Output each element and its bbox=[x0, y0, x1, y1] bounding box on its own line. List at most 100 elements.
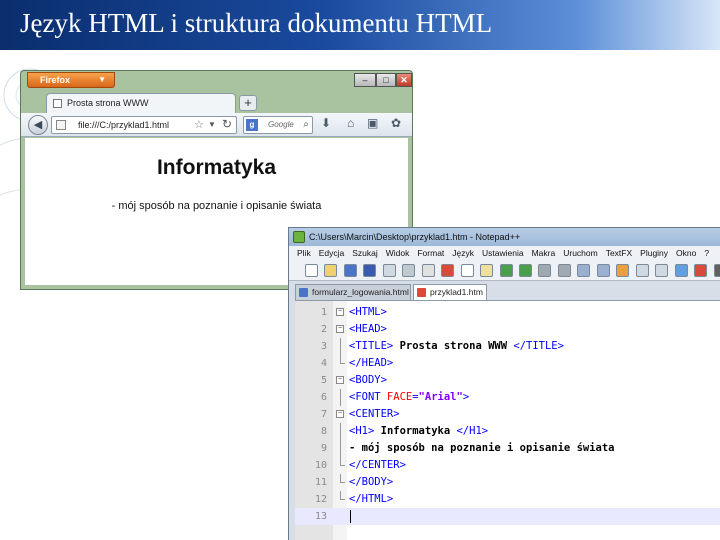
copy-icon[interactable] bbox=[460, 264, 474, 277]
line-number: 6 bbox=[320, 392, 327, 403]
fold-guide bbox=[340, 423, 341, 440]
zoom-in-icon[interactable] bbox=[577, 264, 591, 277]
bookmarks-menu-icon[interactable]: ▣ bbox=[367, 116, 378, 130]
fold-toggle-icon[interactable]: − bbox=[336, 325, 344, 333]
menu-plik[interactable]: Plik bbox=[289, 246, 315, 261]
fold-toggle-icon[interactable]: − bbox=[336, 376, 344, 384]
menu-textfx[interactable]: TextFX bbox=[602, 246, 636, 261]
text-cursor bbox=[350, 510, 351, 523]
url-bar[interactable]: file:///C:/przyklad1.html ☆ ▼ ↻ bbox=[51, 116, 237, 134]
tab-formularz-logowania[interactable]: formularz_logowania.html bbox=[295, 284, 411, 300]
replace-icon[interactable] bbox=[557, 264, 571, 277]
menu-help[interactable]: ? bbox=[700, 246, 713, 261]
bookmark-star-icon[interactable]: ☆ bbox=[194, 117, 204, 133]
code-text: </CENTER> bbox=[349, 459, 406, 471]
undo-icon[interactable] bbox=[499, 264, 513, 277]
firefox-titlebar: Firefox ▼ – □ ✕ bbox=[21, 71, 412, 91]
code-line: 5 − <BODY> bbox=[295, 372, 720, 389]
tab-przyklad1[interactable]: przyklad1.htm bbox=[413, 284, 487, 300]
sync-scroll-icon[interactable] bbox=[616, 264, 630, 277]
show-all-chars-icon[interactable] bbox=[655, 264, 669, 277]
line-number: 7 bbox=[320, 409, 327, 420]
menu-ustawienia[interactable]: Ustawienia bbox=[478, 246, 528, 261]
fold-toggle-icon[interactable]: − bbox=[336, 308, 344, 316]
line-number: 12 bbox=[314, 494, 327, 505]
code-editor[interactable]: 1 − <HTML> 2 − <HEAD> 3 <TITLE> Prosta s… bbox=[295, 300, 720, 540]
notepad-titlebar: C:\Users\Marcin\Desktop\przyklad1.htm - … bbox=[289, 228, 720, 246]
menu-makra[interactable]: Makra bbox=[528, 246, 560, 261]
download-icon[interactable]: ⬇ bbox=[321, 116, 331, 130]
line-number: 2 bbox=[320, 324, 327, 335]
code-text: <HTML> bbox=[349, 306, 387, 318]
fold-guide bbox=[340, 338, 341, 355]
menu-format[interactable]: Format bbox=[413, 246, 448, 261]
code-line: 6 <FONT FACE="Arial"> bbox=[295, 389, 720, 406]
code-text: </BODY> bbox=[349, 476, 394, 488]
open-file-icon[interactable] bbox=[324, 264, 338, 277]
fold-toggle-icon[interactable]: − bbox=[336, 410, 344, 418]
home-icon[interactable]: ⌂ bbox=[347, 116, 354, 130]
search-bar[interactable]: g Google ⌕ bbox=[243, 116, 313, 134]
notepad-app-icon bbox=[293, 231, 305, 243]
code-text: <BODY> bbox=[349, 374, 387, 386]
new-file-icon[interactable] bbox=[305, 264, 318, 277]
menu-okno[interactable]: Okno bbox=[672, 246, 700, 261]
cut-icon[interactable] bbox=[441, 264, 455, 277]
new-tab-button[interactable]: + bbox=[239, 95, 257, 111]
search-engine-icon[interactable]: g bbox=[246, 119, 258, 131]
print-icon[interactable] bbox=[421, 264, 435, 277]
back-button[interactable]: ◀ bbox=[28, 115, 48, 135]
indent-guide-icon[interactable] bbox=[674, 264, 688, 277]
menu-jezyk[interactable]: Język bbox=[448, 246, 478, 261]
close-button[interactable]: ✕ bbox=[396, 73, 412, 87]
code-line: 7 − <CENTER> bbox=[295, 406, 720, 423]
page-heading: Informatyka bbox=[156, 156, 277, 179]
reload-icon[interactable]: ↻ bbox=[222, 116, 232, 132]
line-number: 11 bbox=[314, 477, 327, 488]
stop-macro-icon[interactable] bbox=[713, 264, 720, 277]
addon-icon[interactable]: ✿ bbox=[391, 116, 401, 130]
redo-icon[interactable] bbox=[518, 264, 532, 277]
minimize-button[interactable]: – bbox=[354, 73, 376, 87]
menu-widok[interactable]: Widok bbox=[382, 246, 414, 261]
line-number: 4 bbox=[320, 358, 327, 369]
word-wrap-icon[interactable] bbox=[635, 264, 649, 277]
notepad-tabbar: formularz_logowania.html przyklad1.htm bbox=[289, 282, 720, 300]
url-dropdown-icon[interactable]: ▼ bbox=[208, 117, 216, 133]
find-icon[interactable] bbox=[538, 264, 552, 277]
saved-file-icon bbox=[299, 288, 308, 297]
close-file-icon[interactable] bbox=[382, 264, 396, 277]
notepad-menubar: Plik Edycja Szukaj Widok Format Język Ustawien… bbox=[289, 246, 720, 261]
tab-label: przyklad1.htm bbox=[430, 287, 483, 297]
code-text: <H1> Informatyka </H1> bbox=[349, 425, 489, 437]
notepad-toolbar bbox=[289, 261, 720, 281]
fold-end-guide bbox=[340, 355, 345, 364]
line-number: 3 bbox=[320, 341, 327, 352]
fold-guide bbox=[340, 440, 341, 457]
zoom-out-icon[interactable] bbox=[596, 264, 610, 277]
save-all-icon[interactable] bbox=[363, 264, 377, 277]
menu-szukaj[interactable]: Szukaj bbox=[348, 246, 382, 261]
maximize-button[interactable]: □ bbox=[376, 73, 396, 87]
modified-file-icon bbox=[417, 288, 426, 297]
code-text: <CENTER> bbox=[349, 408, 400, 420]
firefox-menu-label: Firefox bbox=[40, 75, 71, 85]
browser-tab-title: Prosta strona WWW bbox=[67, 98, 149, 108]
slide-header: Język HTML i struktura dokumentu HTML bbox=[0, 0, 720, 50]
save-icon[interactable] bbox=[343, 264, 357, 277]
fold-end-guide bbox=[340, 474, 345, 483]
code-text: <HEAD> bbox=[349, 323, 387, 335]
code-text: <TITLE> Prosta strona WWW </TITLE> bbox=[349, 340, 564, 352]
browser-tab[interactable]: Prosta strona WWW bbox=[46, 93, 236, 113]
record-macro-icon[interactable] bbox=[694, 264, 708, 277]
search-icon[interactable]: ⌕ bbox=[303, 117, 309, 133]
code-line: 12 </HTML> bbox=[295, 491, 720, 508]
menu-pluginy[interactable]: Pluginy bbox=[636, 246, 672, 261]
close-all-icon[interactable] bbox=[402, 264, 416, 277]
firefox-menu-button[interactable]: Firefox ▼ bbox=[27, 72, 115, 88]
menu-edycja[interactable]: Edycja bbox=[315, 246, 349, 261]
line-number: 9 bbox=[320, 443, 327, 454]
menu-uruchom[interactable]: Uruchom bbox=[559, 246, 601, 261]
paste-icon[interactable] bbox=[480, 264, 494, 277]
site-identity-icon bbox=[56, 120, 66, 130]
